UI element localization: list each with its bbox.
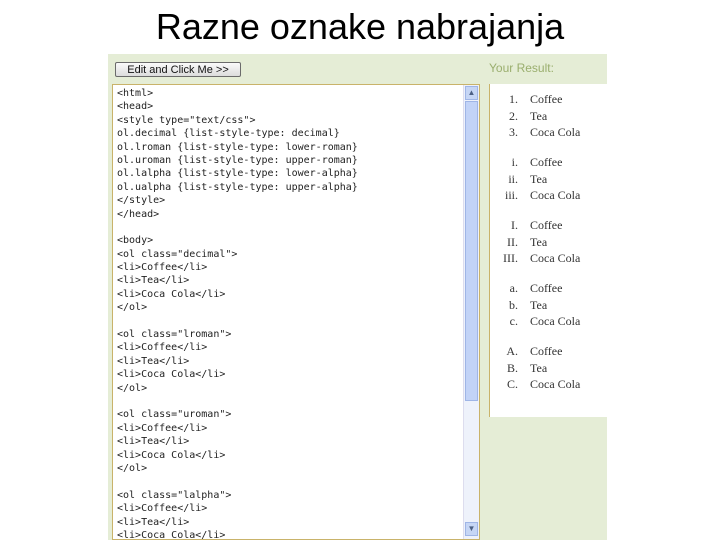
list-item-text: Coca Cola: [530, 377, 581, 392]
code-line: ol.uroman {list-style-type: upper-roman}: [117, 154, 358, 166]
code-line: </style>: [117, 195, 166, 207]
code-lines: <html> <head> <style type="text/css"> ol.de…: [117, 87, 358, 540]
code-line: </head>: [117, 208, 160, 220]
list-item-text: Coca Cola: [530, 188, 581, 203]
code-line: <li>Coca Cola</li>: [117, 449, 226, 461]
list-marker: B.: [506, 360, 518, 375]
scrollbar[interactable]: ▲ ▼: [463, 85, 479, 539]
list-marker: 1.: [509, 92, 518, 106]
list-marker: A.: [506, 344, 518, 358]
scroll-up-icon[interactable]: ▲: [465, 86, 478, 100]
code-line: ol.decimal {list-style-type: decimal}: [117, 128, 340, 140]
code-line: <style type="text/css">: [117, 114, 256, 126]
list-marker: III.: [503, 251, 518, 266]
code-line: <li>Coffee</li>: [117, 503, 208, 515]
code-line: </ol>: [117, 382, 148, 394]
list-marker: I.: [511, 218, 518, 232]
result-pane: 1. Coffee 2. Tea 3. Coca Cola i. Coffee ii. Tea ii…: [489, 84, 608, 417]
code-line: <html>: [117, 88, 154, 99]
code-line: <body>: [117, 235, 154, 247]
list-item-text: Coffee: [530, 218, 563, 232]
list-item-text: Coffee: [530, 344, 563, 358]
code-line: <li>Tea</li>: [117, 516, 190, 528]
list-item-text: Coffee: [530, 155, 563, 169]
edit-and-click-button[interactable]: Edit and Click Me >>: [115, 62, 241, 77]
code-line: <li>Coffee</li>: [117, 422, 208, 434]
list-marker: i.: [511, 155, 518, 169]
list-marker: ii.: [508, 171, 518, 186]
code-line: <ol class="decimal">: [117, 248, 238, 260]
list-item-text: Coffee: [530, 92, 563, 106]
list-item-text: Tea: [530, 360, 548, 375]
code-line: ol.lalpha {list-style-type: lower-alpha}: [117, 168, 358, 180]
list-marker: 3.: [509, 125, 518, 140]
list-item-text: Tea: [530, 297, 548, 312]
code-line: <li>Tea</li>: [117, 436, 190, 448]
scrollbar-thumb[interactable]: [465, 101, 478, 401]
code-line: <li>Coca Cola</li>: [117, 529, 226, 540]
list-item-text: Coca Cola: [530, 125, 581, 140]
code-line: </ol>: [117, 302, 148, 314]
code-line: <head>: [117, 101, 154, 113]
code-line: <li>Coca Cola</li>: [117, 288, 226, 300]
list-marker: a.: [509, 281, 518, 295]
code-line: <ol class="lalpha">: [117, 489, 232, 501]
tryit-panel: Edit and Click Me >> <html> <head> <style …: [108, 54, 608, 540]
list-marker: b.: [509, 297, 518, 312]
list-item-text: Tea: [530, 171, 548, 186]
list-item-text: Coca Cola: [530, 251, 581, 266]
list-marker: c.: [509, 314, 518, 329]
list-item-text: Coffee: [530, 281, 563, 295]
slide-title: Razne oznake nabrajanja: [155, 6, 565, 47]
list-marker: C.: [506, 377, 518, 392]
code-line: ol.ualpha {list-style-type: upper-alpha}: [117, 181, 358, 193]
list-marker: iii.: [504, 188, 518, 203]
scroll-down-icon[interactable]: ▼: [465, 522, 478, 536]
code-line: <li>Coffee</li>: [117, 342, 208, 354]
code-line: <li>Coca Cola</li>: [117, 369, 226, 381]
code-line: <li>Coffee</li>: [117, 262, 208, 274]
code-line: <li>Tea</li>: [117, 355, 190, 367]
list-item-text: Tea: [530, 234, 548, 249]
list-marker: 2.: [509, 108, 518, 123]
list-item-text: Coca Cola: [530, 314, 581, 329]
code-editor[interactable]: <html> <head> <style type="text/css"> ol.de…: [112, 84, 480, 540]
list-marker: II.: [507, 234, 518, 249]
code-line: <li>Tea</li>: [117, 275, 190, 287]
code-line: ol.lroman {list-style-type: lower-roman}: [117, 141, 358, 153]
code-line: <ol class="uroman">: [117, 409, 232, 421]
code-line: <ol class="lroman">: [117, 329, 232, 341]
list-item-text: Tea: [530, 108, 548, 123]
result-label: Your Result:: [489, 61, 554, 75]
code-line: </ol>: [117, 462, 148, 474]
